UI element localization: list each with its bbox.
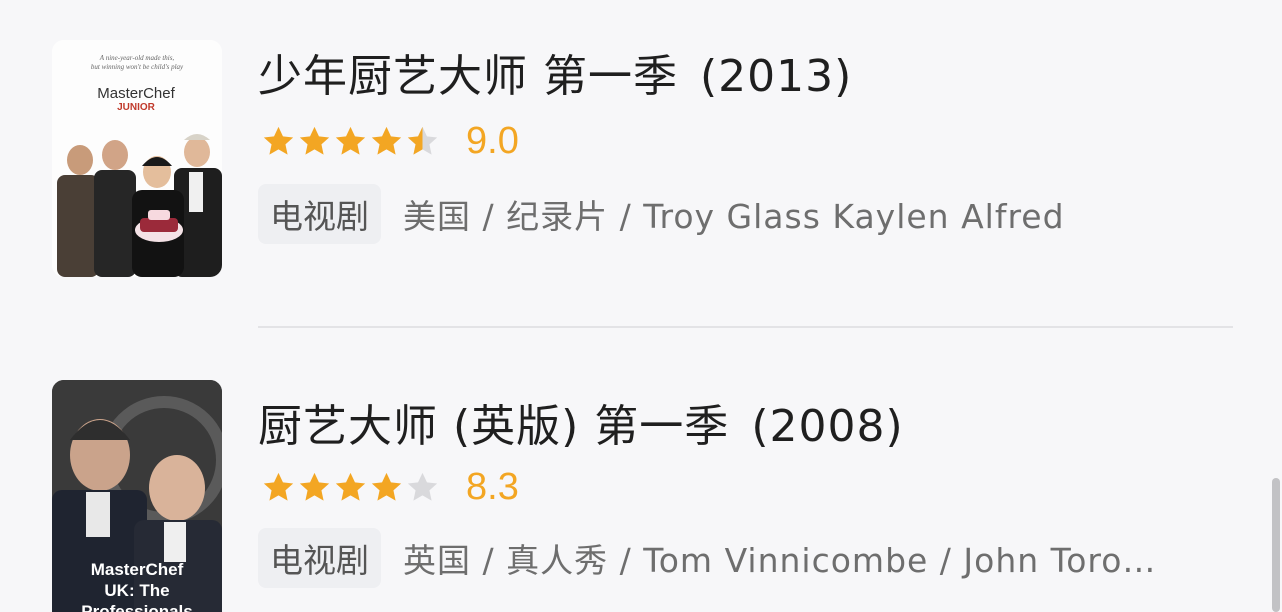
poster-sub: JUNIOR xyxy=(117,102,156,113)
rating-row: 8.3 xyxy=(260,466,519,509)
star-filled-icon xyxy=(299,472,330,501)
rating-score: 8.3 xyxy=(466,466,519,508)
title-year: (2008) xyxy=(751,401,904,452)
rating-score: 9.0 xyxy=(466,120,519,162)
poster-image: MasterChef UK: The Professionals xyxy=(52,380,222,612)
meta-row: 电视剧 美国 / 纪录片 / Troy Glass Kaylen Alfred xyxy=(258,184,1065,244)
poster-tagline-1: A nine-year-old made this, xyxy=(99,54,175,62)
result-title[interactable]: 厨艺大师 (英版) 第一季 (2008) xyxy=(258,390,904,454)
search-results-list: A nine-year-old made this, but winning w… xyxy=(0,0,1282,612)
star-half-icon xyxy=(407,126,438,155)
poster-tagline-2: but winning won't be child's play xyxy=(91,63,184,71)
result-item[interactable]: MasterChef UK: The Professionals 厨艺大师 (英… xyxy=(0,360,1282,612)
meta-info: 英国 / 真人秀 / Tom Vinnicombe / John Toro… xyxy=(403,541,1157,580)
type-tag: 电视剧 xyxy=(258,184,381,244)
poster-brand-line1: MasterChef xyxy=(91,560,184,579)
rating-row: 9.0 xyxy=(260,120,519,163)
star-empty-icon xyxy=(407,472,438,501)
type-tag: 电视剧 xyxy=(258,528,381,588)
star-filled-icon xyxy=(371,472,402,501)
star-filled-icon xyxy=(335,126,366,155)
meta-info: 美国 / 纪录片 / Troy Glass Kaylen Alfred xyxy=(403,197,1065,236)
title-text[interactable]: 少年厨艺大师 第一季 xyxy=(258,51,678,102)
divider xyxy=(258,326,1233,328)
poster-brand-line3: Professionals xyxy=(81,602,193,612)
poster-image: A nine-year-old made this, but winning w… xyxy=(52,40,222,277)
poster-brand: MasterChef xyxy=(97,85,175,102)
poster-thumbnail[interactable]: A nine-year-old made this, but winning w… xyxy=(52,40,222,277)
star-rating xyxy=(260,468,442,508)
star-filled-icon xyxy=(371,126,402,155)
poster-brand-line2: UK: The xyxy=(104,581,169,600)
result-title[interactable]: 少年厨艺大师 第一季 (2013) xyxy=(258,40,852,104)
title-text[interactable]: 厨艺大师 (英版) 第一季 xyxy=(258,401,729,452)
star-filled-icon xyxy=(263,472,294,501)
star-rating xyxy=(260,122,442,162)
star-filled-icon xyxy=(299,126,330,155)
star-filled-icon xyxy=(335,472,366,501)
result-item[interactable]: A nine-year-old made this, but winning w… xyxy=(0,0,1282,277)
meta-row: 电视剧 英国 / 真人秀 / Tom Vinnicombe / John Tor… xyxy=(258,528,1156,588)
star-filled-icon xyxy=(263,126,294,155)
scrollbar-thumb[interactable] xyxy=(1272,478,1280,612)
poster-thumbnail[interactable]: MasterChef UK: The Professionals xyxy=(52,380,222,612)
title-year: (2013) xyxy=(700,51,853,102)
